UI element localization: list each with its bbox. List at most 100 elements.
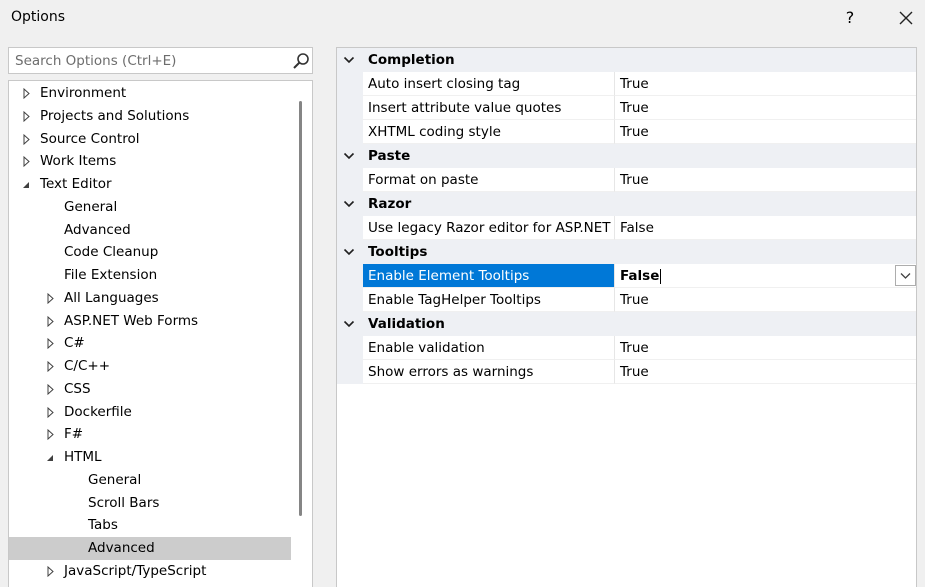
collapsed-arrow-icon[interactable] [21, 150, 33, 173]
property-name[interactable]: Insert attribute value quotes [363, 96, 615, 120]
search-input[interactable] [9, 48, 289, 73]
property-value-text: False [620, 268, 660, 284]
search-icon[interactable] [291, 51, 311, 71]
property-value-text: True [620, 292, 649, 308]
category-tooltips[interactable]: Tooltips [337, 240, 916, 264]
tree-item-environment[interactable]: Environment [9, 82, 291, 105]
tree-item-source-control[interactable]: Source Control [9, 128, 291, 151]
property-value-text: True [620, 340, 649, 356]
category-paste[interactable]: Paste [337, 144, 916, 168]
property-value[interactable]: True [615, 288, 916, 312]
title-bar: Options ? [0, 0, 925, 36]
tree-item-javascript-typescript[interactable]: JavaScript/TypeScript [9, 560, 291, 583]
tree-item-dockerfile[interactable]: Dockerfile [9, 401, 291, 424]
collapsed-arrow-icon[interactable] [21, 105, 33, 128]
property-value[interactable]: False [615, 216, 916, 240]
collapsed-arrow-icon[interactable] [45, 423, 57, 446]
collapsed-arrow-icon[interactable] [45, 401, 57, 424]
property-row-xhtml-coding-style[interactable]: XHTML coding style True [337, 120, 916, 144]
collapsed-arrow-icon[interactable] [45, 560, 57, 583]
property-name[interactable]: XHTML coding style [363, 120, 615, 144]
tree-item-tabs[interactable]: Tabs [9, 514, 291, 537]
chevron-down-icon[interactable] [343, 318, 355, 330]
category-razor[interactable]: Razor [337, 192, 916, 216]
collapsed-arrow-icon[interactable] [45, 378, 57, 401]
tree-item-text-editor[interactable]: Text Editor [9, 173, 291, 196]
tree-item-advanced[interactable]: Advanced [9, 537, 291, 560]
property-value[interactable]: True [615, 336, 916, 360]
chevron-down-icon[interactable] [343, 54, 355, 66]
chevron-down-icon[interactable] [343, 246, 355, 258]
property-name[interactable]: Use legacy Razor editor for ASP.NET Core [363, 216, 615, 240]
category-completion[interactable]: Completion [337, 48, 916, 72]
tree-item-projects-and-solutions[interactable]: Projects and Solutions [9, 105, 291, 128]
property-grid: Completion Auto insert closing tag True Ins… [336, 47, 917, 587]
row-gutter [337, 72, 363, 96]
options-tree: Environment Projects and Solutions Source … [8, 80, 313, 587]
row-gutter [337, 168, 363, 192]
property-name[interactable]: Auto insert closing tag [363, 72, 615, 96]
property-row-format-on-paste[interactable]: Format on paste True [337, 168, 916, 192]
tree-item-code-cleanup[interactable]: Code Cleanup [9, 241, 291, 264]
property-name[interactable]: Format on paste [363, 168, 615, 192]
tree-item-work-items[interactable]: Work Items [9, 150, 291, 173]
tree-item-scroll-bars[interactable]: Scroll Bars [9, 492, 291, 515]
tree-item-c-c[interactable]: C/C++ [9, 355, 291, 378]
collapsed-arrow-icon[interactable] [45, 287, 57, 310]
expanded-arrow-icon[interactable] [45, 446, 57, 469]
property-value-text: True [620, 76, 649, 92]
tree-item-f[interactable]: F# [9, 423, 291, 446]
tree-item-label: Projects and Solutions [40, 107, 190, 124]
tree-item-asp-net-web-forms[interactable]: ASP.NET Web Forms [9, 310, 291, 333]
property-row-show-errors-as-warnings[interactable]: Show errors as warnings True [337, 360, 916, 384]
collapsed-arrow-icon[interactable] [45, 355, 57, 378]
tree-item-general[interactable]: General [9, 196, 291, 219]
collapsed-arrow-icon[interactable] [21, 128, 33, 151]
property-row-use-legacy-razor-editor-for-asp-net-core[interactable]: Use legacy Razor editor for ASP.NET Core… [337, 216, 916, 240]
property-row-enable-validation[interactable]: Enable validation True [337, 336, 916, 360]
property-value[interactable]: True [615, 96, 916, 120]
collapsed-arrow-icon[interactable] [21, 82, 33, 105]
expanded-arrow-icon[interactable] [21, 173, 33, 196]
property-name[interactable]: Enable validation [363, 336, 615, 360]
property-value[interactable]: False [615, 264, 916, 288]
property-row-auto-insert-closing-tag[interactable]: Auto insert closing tag True [337, 72, 916, 96]
tree-item-label: All Languages [64, 289, 159, 306]
close-button[interactable] [892, 4, 920, 32]
row-gutter [337, 264, 363, 288]
property-name[interactable]: Enable Element Tooltips [363, 264, 615, 288]
category-label: Validation [368, 316, 445, 332]
tree-item-label: HTML [64, 449, 102, 465]
tree-item-css[interactable]: CSS [9, 378, 291, 401]
property-row-enable-taghelper-tooltips[interactable]: Enable TagHelper Tooltips True [337, 288, 916, 312]
close-icon [899, 11, 913, 25]
category-label: Razor [368, 196, 412, 212]
category-validation[interactable]: Validation [337, 312, 916, 336]
tree-scrollbar[interactable] [299, 101, 302, 516]
property-value[interactable]: True [615, 360, 916, 384]
property-value[interactable]: True [615, 72, 916, 96]
property-row-enable-element-tooltips[interactable]: Enable Element Tooltips False [337, 264, 916, 288]
collapsed-arrow-icon[interactable] [45, 310, 57, 333]
row-gutter [337, 360, 363, 384]
chevron-down-icon[interactable] [343, 150, 355, 162]
tree-item-html[interactable]: HTML [9, 446, 291, 469]
tree-item-c[interactable]: C# [9, 332, 291, 355]
tree-item-file-extension[interactable]: File Extension [9, 264, 291, 287]
property-row-insert-attribute-value-quotes[interactable]: Insert attribute value quotes True [337, 96, 916, 120]
tree-item-label: ASP.NET Web Forms [64, 312, 199, 329]
property-name[interactable]: Show errors as warnings [363, 360, 615, 384]
property-name[interactable]: Enable TagHelper Tooltips [363, 288, 615, 312]
chevron-down-icon[interactable] [343, 198, 355, 210]
value-dropdown-button[interactable] [895, 265, 916, 286]
property-value[interactable]: True [615, 168, 916, 192]
tree-item-general[interactable]: General [9, 469, 291, 492]
help-button[interactable]: ? [838, 6, 862, 30]
property-value[interactable]: True [615, 120, 916, 144]
row-gutter [337, 288, 363, 312]
tree-item-all-languages[interactable]: All Languages [9, 287, 291, 310]
tree-item-advanced[interactable]: Advanced [9, 219, 291, 242]
property-value-text: True [620, 100, 649, 116]
tree-item-label: File Extension [64, 267, 158, 283]
collapsed-arrow-icon[interactable] [45, 332, 57, 355]
